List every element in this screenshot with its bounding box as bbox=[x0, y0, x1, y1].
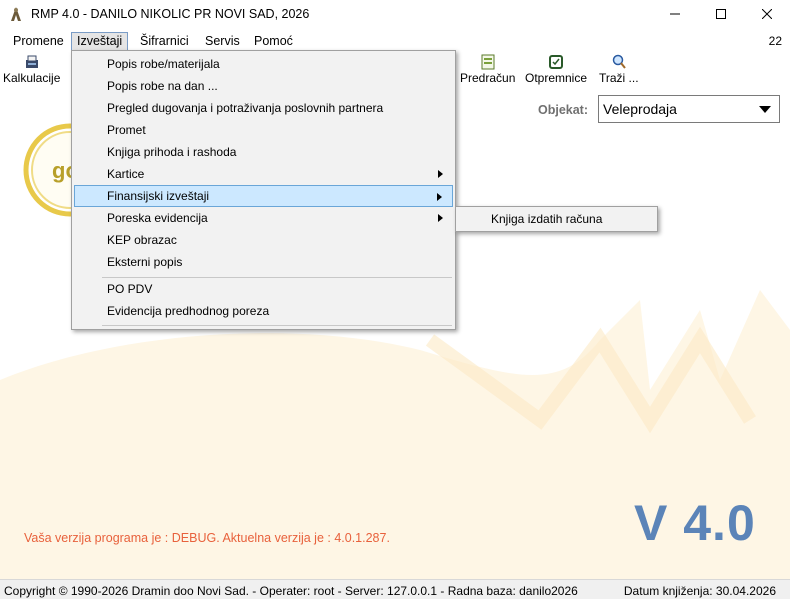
menu-item-knjiga-izdatih-racuna[interactable]: Knjiga izdatih računa bbox=[458, 208, 655, 230]
toolbar-trazi-button[interactable]: Traži ... bbox=[599, 54, 639, 85]
menu-servis[interactable]: Servis bbox=[200, 32, 245, 51]
chevron-down-icon bbox=[759, 106, 771, 113]
menu-item-evidencija-predhodnog-poreza[interactable]: Evidencija predhodnog poreza bbox=[74, 300, 453, 322]
objekat-value: Veleprodaja bbox=[603, 101, 677, 117]
menu-item-popis-robe-materijala[interactable]: Popis robe/materijala bbox=[74, 53, 453, 75]
submenu-arrow-icon bbox=[438, 214, 443, 222]
menu-bar: Promene Izveštaji Šifrarnici Servis Pomo… bbox=[0, 30, 790, 52]
status-left-text: Copyright © 1990-2026 Dramin doo Novi Sa… bbox=[4, 584, 578, 598]
status-date-text: Datum knjiženja: 30.04.2026 bbox=[623, 584, 776, 598]
app-icon bbox=[11, 7, 21, 21]
toolbar-kalkulacije-label: Kalkulacije bbox=[3, 71, 61, 85]
version-big-text: V 4.0 bbox=[634, 495, 756, 551]
menu-item-eksterni-popis[interactable]: Eksterni popis bbox=[74, 251, 453, 273]
izvestaji-dropdown: Popis robe/materijala Popis robe na dan … bbox=[71, 50, 456, 330]
toolbar-otpremnice-button[interactable]: Otpremnice bbox=[525, 54, 587, 85]
submenu-arrow-icon bbox=[437, 193, 442, 201]
title-bar: RMP 4.0 - DANILO NIKOLIC PR NOVI SAD, 20… bbox=[0, 0, 790, 28]
maximize-button[interactable] bbox=[698, 0, 744, 28]
menu-item-knjiga-prihoda[interactable]: Knjiga prihoda i rashoda bbox=[74, 141, 453, 163]
search-icon bbox=[612, 54, 626, 69]
maximize-icon bbox=[716, 9, 726, 19]
menu-izvestaji[interactable]: Izveštaji bbox=[71, 32, 129, 51]
menu-sifrarnici[interactable]: Šifrarnici bbox=[135, 32, 194, 51]
toolbar-otpremnice-label: Otpremnice bbox=[525, 71, 588, 85]
menu-item-finansijski-izvestaji[interactable]: Finansijski izveštaji bbox=[74, 185, 453, 207]
menu-pomoc[interactable]: Pomoć bbox=[249, 32, 298, 51]
calculation-icon bbox=[25, 55, 38, 68]
menu-item-kartice[interactable]: Kartice bbox=[74, 163, 453, 185]
close-icon bbox=[762, 9, 772, 19]
menu-item-promet[interactable]: Promet bbox=[74, 119, 453, 141]
objekat-label: Objekat: bbox=[538, 103, 589, 117]
menu-item-kep-obrazac[interactable]: KEP obrazac bbox=[74, 229, 453, 251]
toolbar-kalkulacije-button[interactable]: Kalkulacije bbox=[3, 54, 60, 85]
menu-item-poreska-evidencija[interactable]: Poreska evidencija bbox=[74, 207, 453, 229]
dispatch-note-icon bbox=[549, 55, 564, 69]
menu-item-pregled-dugovanja[interactable]: Pregled dugovanja i potraživanja poslovn… bbox=[74, 97, 453, 119]
submenu-arrow-icon bbox=[438, 170, 443, 178]
counter-text: 22 bbox=[768, 34, 782, 48]
objekat-select[interactable]: Veleprodaja bbox=[598, 95, 780, 123]
invoice-icon bbox=[481, 54, 495, 70]
close-button[interactable] bbox=[744, 0, 790, 28]
minimize-button[interactable] bbox=[652, 0, 698, 28]
minimize-icon bbox=[670, 13, 680, 15]
finansijski-izvestaji-submenu: Knjiga izdatih računa bbox=[455, 206, 658, 232]
menu-promene[interactable]: Promene bbox=[8, 32, 69, 51]
window-title: RMP 4.0 - DANILO NIKOLIC PR NOVI SAD, 20… bbox=[31, 7, 310, 21]
menu-item-popis-robe-na-dan[interactable]: Popis robe na dan ... bbox=[74, 75, 453, 97]
toolbar-predracun-label: Predračun bbox=[460, 71, 516, 85]
toolbar-trazi-label: Traži ... bbox=[599, 71, 639, 85]
toolbar-predracun-button[interactable]: Predračun bbox=[460, 54, 515, 85]
menu-item-po-pdv[interactable]: PO PDV bbox=[74, 278, 453, 300]
version-warning-text: Vaša verzija programa je : DEBUG. Aktuel… bbox=[24, 531, 390, 545]
menu-separator bbox=[102, 325, 452, 326]
status-bar: Copyright © 1990-2026 Dramin doo Novi Sa… bbox=[0, 579, 790, 599]
